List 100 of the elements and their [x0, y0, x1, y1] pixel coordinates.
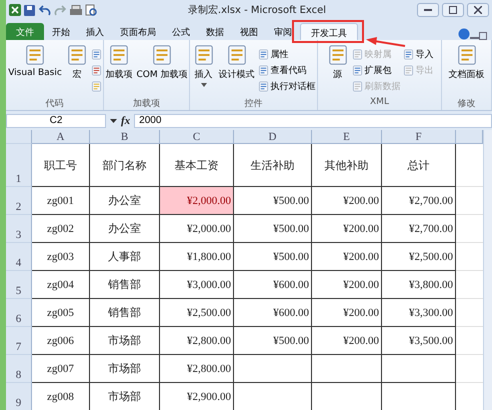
column-header[interactable]: D: [234, 130, 312, 144]
table-cell: ¥3,000.00: [160, 271, 234, 299]
table-cell: ¥500.00: [234, 215, 312, 243]
table-cell: 其他补助: [312, 144, 382, 187]
ribbon-small-button[interactable]: 扩展包: [352, 63, 400, 77]
document-icon: [352, 48, 362, 60]
table-cell: ¥2,500.00: [382, 243, 456, 271]
formula-field[interactable]: 2000: [134, 114, 492, 128]
minimize-button[interactable]: [417, 3, 439, 17]
row-header[interactable]: 2: [6, 187, 32, 215]
column-header[interactable]: E: [312, 130, 382, 144]
ribbon-tab[interactable]: 插入: [78, 23, 112, 40]
table-cell: ¥2,800.00: [160, 327, 234, 355]
printer-icon[interactable]: [70, 4, 82, 16]
ribbon-tab[interactable]: 公式: [164, 23, 198, 40]
table-cell: ¥500.00: [234, 243, 312, 271]
table-cell: zg007: [32, 355, 90, 383]
ribbon-small-button[interactable]: 执行对话框: [258, 79, 316, 93]
table-cell: ¥3,300.00: [382, 299, 456, 327]
ribbon-tab[interactable]: 开始: [44, 23, 78, 40]
ribbon-tab[interactable]: 数据: [198, 23, 232, 40]
ribbon-button[interactable]: 源: [326, 42, 350, 97]
document-icon: [402, 48, 414, 60]
table-cell: zg001: [32, 187, 90, 215]
ribbon-tab[interactable]: 开发工具: [300, 23, 358, 40]
spreadsheet-logo-icon: [9, 4, 21, 16]
column-header[interactable]: C: [160, 130, 234, 144]
ribbon-small-button[interactable]: 查看代码: [258, 63, 316, 77]
table-cell: 市场部: [90, 355, 160, 383]
table-cell: ¥2,800.00: [160, 355, 234, 383]
group-label: 修改: [456, 98, 476, 110]
table-cell: ¥3,800.00: [382, 271, 456, 299]
table-cell: ¥3,500.00: [382, 327, 456, 355]
ribbon-icon-button[interactable]: [90, 47, 102, 61]
table-cell: 职工号: [32, 144, 90, 187]
dropdown-icon[interactable]: [110, 118, 117, 122]
ribbon-tab[interactable]: 页面布局: [112, 23, 164, 40]
table-cell: zg008: [32, 383, 90, 410]
row-header[interactable]: 6: [6, 299, 32, 327]
maximize-button[interactable]: [442, 3, 464, 17]
document-icon: [90, 48, 102, 60]
restore-icon[interactable]: [479, 31, 488, 40]
row-header[interactable]: 8: [6, 355, 32, 383]
table-cell: ¥200.00: [312, 299, 382, 327]
document-icon: [456, 44, 478, 66]
row-header[interactable]: 7: [6, 327, 32, 355]
table-cell: 总计: [382, 144, 456, 187]
ribbon-button[interactable]: 插入: [192, 42, 216, 97]
column-header[interactable]: B: [90, 130, 160, 144]
table-cell: 市场部: [90, 383, 160, 410]
insert-function-button[interactable]: fx: [121, 114, 130, 126]
button-label: COM 加载项: [136, 68, 188, 81]
ribbon-button[interactable]: 宏: [64, 42, 89, 97]
table-cell: ¥1,800.00: [160, 243, 234, 271]
document-icon: [258, 64, 268, 76]
table-cell: ¥600.00: [234, 271, 312, 299]
close-button[interactable]: [467, 3, 489, 17]
button-label: 加载项: [106, 68, 132, 81]
undo-icon[interactable]: [38, 4, 51, 16]
table-cell: [312, 355, 382, 383]
row-header[interactable]: 1: [6, 144, 32, 187]
ribbon-tab[interactable]: 文件: [6, 23, 44, 40]
table-cell: zg006: [32, 327, 90, 355]
preview-icon[interactable]: [85, 4, 97, 16]
document-icon: [24, 44, 46, 66]
minimize-icon: [424, 9, 432, 11]
row-header[interactable]: 4: [6, 243, 32, 271]
ribbon-tab[interactable]: 视图: [232, 23, 266, 40]
ribbon-button[interactable]: COM 加载项: [136, 42, 188, 97]
table-cell: ¥2,000.00: [160, 215, 234, 243]
group-label: 控件: [244, 98, 264, 110]
table-cell: ¥2,900.00: [160, 383, 234, 410]
name-box[interactable]: C2: [6, 114, 106, 128]
column-header[interactable]: F: [382, 130, 456, 144]
ribbon-small-button[interactable]: 属性: [258, 47, 316, 61]
row-header[interactable]: 9: [6, 383, 32, 410]
table-cell: 部门名称: [90, 144, 160, 187]
ribbon-small-button[interactable]: 导入: [402, 47, 434, 61]
maximize-icon: [449, 6, 457, 14]
ribbon-tab[interactable]: 审阅: [266, 23, 300, 40]
help-icon[interactable]: [458, 28, 470, 40]
table-cell: ¥200.00: [312, 187, 382, 215]
ribbon-icon-button[interactable]: [90, 63, 102, 77]
column-header[interactable]: A: [32, 130, 90, 144]
ribbon-button[interactable]: Visual Basic: [7, 42, 63, 97]
table-cell: zg003: [32, 243, 90, 271]
ribbon-button[interactable]: 加载项: [104, 42, 134, 97]
vertical-scrollbar[interactable]: [483, 130, 492, 410]
row-header[interactable]: 5: [6, 271, 32, 299]
save-icon[interactable]: [24, 4, 35, 16]
table-cell: zg005: [32, 299, 90, 327]
close-icon: [474, 6, 482, 14]
document-icon: [402, 64, 414, 76]
document-icon: [90, 80, 102, 92]
button-label: 源: [333, 68, 342, 81]
table-cell: ¥2,500.00: [160, 299, 234, 327]
ribbon-button[interactable]: 设计模式: [218, 42, 256, 97]
row-header[interactable]: 3: [6, 215, 32, 243]
group-label: 加载项: [132, 98, 161, 110]
ribbon-button[interactable]: 文档面板: [448, 42, 486, 97]
